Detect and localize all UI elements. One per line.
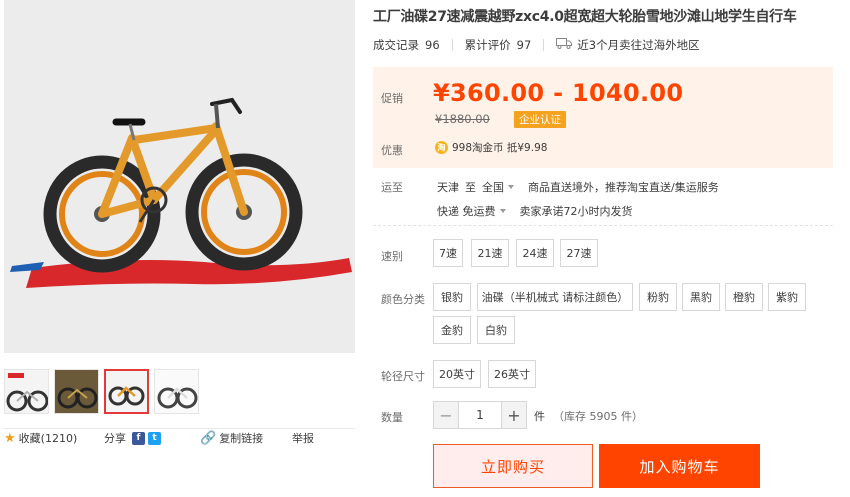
ship-to-word: 至: [465, 181, 476, 194]
divider: [4, 428, 355, 429]
size-option[interactable]: 20英寸: [433, 360, 481, 388]
ship-from: 天津: [437, 181, 459, 194]
quantity-input[interactable]: 1: [458, 402, 502, 428]
quantity-unit: 件: [534, 410, 545, 423]
speed-option[interactable]: 21速: [471, 239, 509, 267]
thumbnail-2[interactable]: [54, 369, 99, 414]
shipping-route: 天津 至 全国 商品直送境外，推荐淘宝直送/集运服务: [437, 179, 719, 195]
share-group: 分享 f t: [104, 430, 161, 446]
color-option[interactable]: 油碟（半机械式 请标注颜色）: [477, 283, 633, 311]
quantity-stepper: − 1 +: [433, 401, 527, 429]
speed-label: 速别: [381, 250, 403, 263]
favorite-button[interactable]: ★ 收藏(1210): [4, 430, 77, 446]
thumbnail-4[interactable]: [154, 369, 199, 414]
shipping-method: 快递 免运费: [437, 205, 496, 218]
plus-button[interactable]: +: [502, 402, 526, 428]
thumbnail-strip: [4, 369, 199, 414]
speed-option[interactable]: 7速: [433, 239, 463, 267]
twitter-icon[interactable]: t: [148, 431, 161, 445]
share-label: 分享: [104, 432, 126, 445]
report-label: 举报: [292, 432, 314, 445]
divider: [373, 225, 833, 226]
minus-button[interactable]: −: [434, 402, 458, 428]
facebook-icon[interactable]: f: [132, 431, 145, 445]
color-option[interactable]: 银豹: [433, 283, 471, 311]
size-option[interactable]: 26英寸: [488, 360, 536, 388]
link-icon: 🔗: [200, 430, 217, 446]
taobao-coin-icon: 淘: [435, 141, 448, 154]
shipping-method-select[interactable]: 快递 免运费: [437, 203, 514, 219]
color-option[interactable]: 粉豹: [639, 283, 677, 311]
destination-value: 全国: [482, 181, 504, 194]
sales-count[interactable]: 96: [425, 38, 440, 52]
quantity-label: 数量: [381, 411, 403, 424]
price-panel: 促销 ¥360.00 - 1040.00 ¥1880.00 企业认证 优惠 淘 …: [373, 67, 833, 168]
divider: [543, 39, 545, 51]
divider: [451, 39, 453, 51]
color-option[interactable]: 白豹: [477, 316, 515, 344]
reviews-label: 累计评价: [464, 38, 511, 52]
main-product-image: [4, 0, 355, 353]
product-meta: 成交记录 96 累计评价 97 近3个月卖往过海外地区: [373, 37, 700, 53]
coin-discount[interactable]: 淘 998淘金币 抵¥9.98: [435, 140, 547, 155]
wheel-size-label: 轮径尺寸: [381, 370, 425, 383]
copy-link-label: 复制链接: [219, 432, 264, 445]
color-label: 颜色分类: [381, 293, 425, 306]
shipping-label: 运至: [381, 181, 403, 194]
speed-option[interactable]: 24速: [516, 239, 554, 267]
stock-info: （库存 5905 件）: [553, 410, 643, 423]
report-button[interactable]: 举报: [292, 430, 314, 446]
original-price: ¥1880.00: [435, 112, 490, 126]
coin-text: 998淘金币 抵¥9.98: [452, 142, 548, 154]
shipping-method-row: 快递 免运费 卖家承诺72小时内发货: [437, 203, 633, 219]
reviews-count[interactable]: 97: [517, 38, 532, 52]
buy-now-button[interactable]: 立即购买: [433, 444, 593, 488]
color-option[interactable]: 黑豹: [682, 283, 720, 311]
color-option[interactable]: 橙豹: [725, 283, 763, 311]
thumbnail-1[interactable]: [4, 369, 49, 414]
favorite-label: 收藏(1210): [18, 432, 78, 445]
delivery-promise: 卖家承诺72小时内发货: [519, 205, 633, 218]
destination-select[interactable]: 全国: [482, 179, 522, 195]
chevron-down-icon: [508, 185, 514, 189]
star-icon: ★: [4, 430, 16, 446]
sales-label: 成交记录: [373, 38, 419, 52]
color-option[interactable]: 金豹: [433, 316, 471, 344]
color-option[interactable]: 紫豹: [768, 283, 806, 311]
shipping-service: 商品直送境外，推荐淘宝直送/集运服务: [528, 181, 719, 194]
thumbnail-3-selected[interactable]: [104, 369, 149, 414]
shipping-note: 近3个月卖往过海外地区: [577, 38, 700, 52]
discount-label: 优惠: [381, 144, 403, 157]
speed-option[interactable]: 27速: [560, 239, 598, 267]
copy-link-button[interactable]: 🔗 复制链接: [200, 430, 263, 446]
price-range: ¥360.00 - 1040.00: [433, 79, 684, 107]
truck-icon: [556, 38, 573, 52]
product-title: 工厂油碟27速减震越野zxc4.0超宽超大轮胎雪地沙滩山地学生自行车: [373, 9, 797, 25]
enterprise-badge: 企业认证: [514, 111, 566, 128]
chevron-down-icon: [499, 209, 506, 213]
add-to-cart-button[interactable]: 加入购物车: [599, 444, 760, 488]
promo-label: 促销: [381, 92, 403, 105]
